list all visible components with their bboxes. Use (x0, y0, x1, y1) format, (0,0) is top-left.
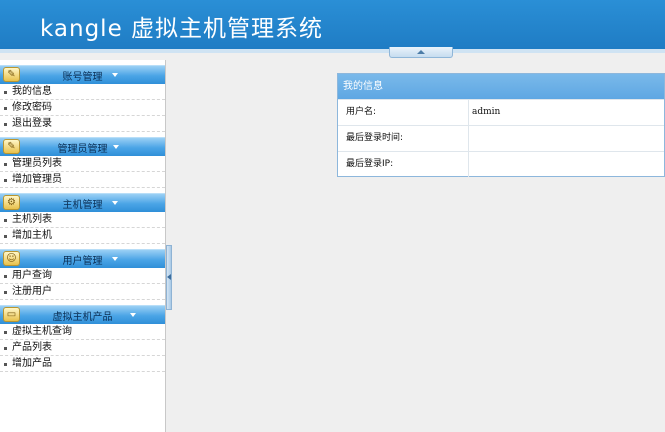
sidebar-item-label: 用户查询 (12, 270, 52, 281)
info-row-last-login-time: 最后登录时间: (338, 125, 664, 151)
sidebar-item-label: 我的信息 (12, 86, 52, 97)
sidebar-group-label: 管理员管理 (57, 144, 108, 155)
sidebar-group-label: 虚拟主机产品 (52, 312, 113, 323)
chevron-down-icon (112, 73, 118, 77)
sidebar: ✎ 账号管理 我的信息 修改密码 退出登录 ✎ 管理员管理 管理员列表 增加管理… (0, 60, 166, 432)
sidebar-item-label: 增加主机 (12, 230, 52, 241)
info-label: 用户名: (338, 100, 469, 125)
header-divider (0, 49, 665, 53)
info-value (470, 152, 472, 177)
bullet-icon (4, 163, 7, 166)
info-row-last-login-ip: 最后登录IP: (338, 151, 664, 177)
sidebar-item-label: 增加管理员 (12, 174, 62, 185)
sidebar-item-admin-list[interactable]: 管理员列表 (0, 156, 165, 172)
info-value (470, 126, 472, 151)
sidebar-item-add-admin[interactable]: 增加管理员 (0, 172, 165, 188)
sidebar-item-user-search[interactable]: 用户查询 (0, 268, 165, 284)
top-banner: kangle 虚拟主机管理系统 (0, 0, 665, 49)
sidebar-group-users[interactable]: ☺ 用户管理 (0, 249, 165, 268)
bullet-icon (4, 363, 7, 366)
sidebar-item-add-host[interactable]: 增加主机 (0, 228, 165, 244)
info-label: 最后登录IP: (338, 152, 469, 177)
sidebar-group-label: 用户管理 (62, 256, 103, 267)
chevron-down-icon (113, 145, 119, 149)
sidebar-group-account[interactable]: ✎ 账号管理 (0, 65, 165, 84)
chevron-down-icon (112, 201, 118, 205)
bullet-icon (4, 123, 7, 126)
sidebar-item-register-user[interactable]: 注册用户 (0, 284, 165, 300)
bullet-icon (4, 179, 7, 182)
panel-title: 我的信息 (338, 74, 664, 99)
sidebar-item-logout[interactable]: 退出登录 (0, 116, 165, 132)
sidebar-item-label: 退出登录 (12, 118, 52, 129)
sidebar-item-host-list[interactable]: 主机列表 (0, 212, 165, 228)
sidebar-item-vhost-search[interactable]: 虚拟主机查询 (0, 324, 165, 340)
sidebar-group-label: 主机管理 (62, 200, 103, 211)
sidebar-group-admins[interactable]: ✎ 管理员管理 (0, 137, 165, 156)
app-title: kangle 虚拟主机管理系统 (40, 16, 324, 42)
collapse-header-button[interactable] (389, 47, 453, 58)
sidebar-item-label: 修改密码 (12, 102, 52, 113)
bullet-icon (4, 235, 7, 238)
bullet-icon (4, 331, 7, 334)
sidebar-item-label: 产品列表 (12, 342, 52, 353)
chevron-down-icon (112, 257, 118, 261)
chevron-up-icon (417, 50, 425, 54)
sidebar-item-label: 增加产品 (12, 358, 52, 369)
bullet-icon (4, 347, 7, 350)
my-info-panel: 我的信息 用户名: admin 最后登录时间: 最后登录IP: (337, 73, 665, 177)
sidebar-collapse-button[interactable] (166, 245, 172, 310)
sidebar-item-label: 主机列表 (12, 214, 52, 225)
info-label: 最后登录时间: (338, 126, 469, 151)
sidebar-group-hosts[interactable]: ⚙ 主机管理 (0, 193, 165, 212)
sidebar-group-label: 账号管理 (62, 72, 103, 83)
bullet-icon (4, 275, 7, 278)
chevron-down-icon (130, 313, 136, 317)
sidebar-item-label: 管理员列表 (12, 158, 62, 169)
sidebar-item-label: 虚拟主机查询 (12, 326, 72, 337)
sidebar-item-label: 注册用户 (12, 286, 52, 297)
sidebar-item-change-password[interactable]: 修改密码 (0, 100, 165, 116)
bullet-icon (4, 291, 7, 294)
sidebar-item-my-info[interactable]: 我的信息 (0, 84, 165, 100)
info-row-username: 用户名: admin (338, 99, 664, 125)
sidebar-group-products[interactable]: ▭ 虚拟主机产品 (0, 305, 165, 324)
sidebar-item-add-product[interactable]: 增加产品 (0, 356, 165, 372)
sidebar-item-product-list[interactable]: 产品列表 (0, 340, 165, 356)
bullet-icon (4, 107, 7, 110)
chevron-left-icon (167, 274, 171, 280)
info-value: admin (472, 107, 501, 117)
bullet-icon (4, 219, 7, 222)
bullet-icon (4, 91, 7, 94)
